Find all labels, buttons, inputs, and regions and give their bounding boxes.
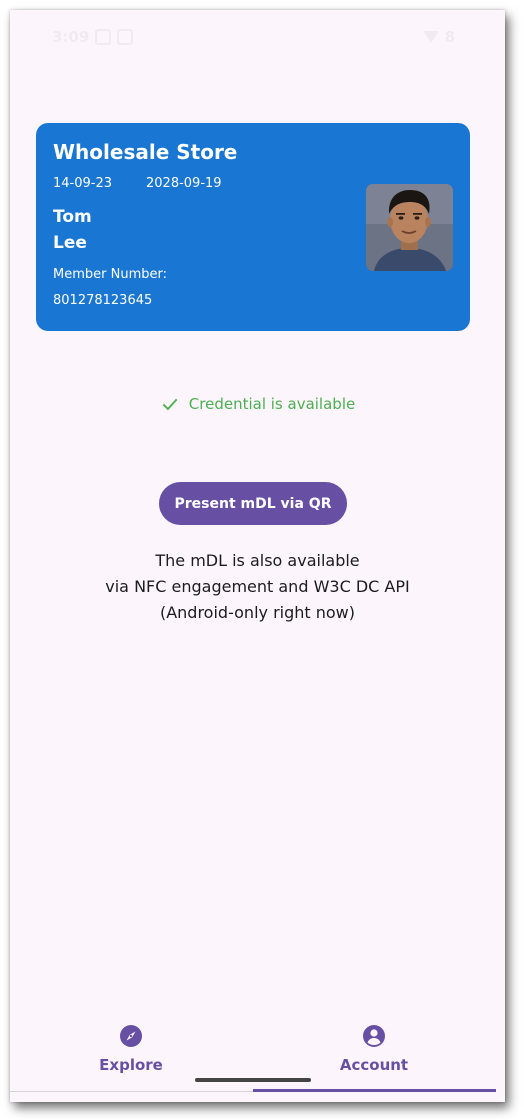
card-first-name: Tom xyxy=(53,207,92,227)
status-left: 3:09 xyxy=(52,28,134,46)
nav-selected-indicator xyxy=(253,1089,496,1092)
info-line-2: via NFC engagement and W3C DC API xyxy=(105,577,410,596)
notification-icon xyxy=(95,29,112,45)
card-issue-date: 14-09-23 xyxy=(53,176,113,191)
account-circle-icon xyxy=(363,1025,385,1047)
card-expiry-date: 2028-09-19 xyxy=(146,176,222,191)
nav-explore-label: Explore xyxy=(99,1056,163,1074)
nav-account-label: Account xyxy=(339,1056,409,1074)
battery-level: 8 xyxy=(444,28,455,46)
phone-screen: 3:09 8 Wholesale Store 14-09-23 2028-09-… xyxy=(10,10,505,1102)
present-mdl-qr-button[interactable]: Present mDL via QR xyxy=(159,482,347,525)
check-icon xyxy=(162,398,178,411)
info-line-1: The mDL is also available xyxy=(155,551,360,570)
card-last-name: Lee xyxy=(53,233,87,253)
status-time: 3:09 xyxy=(52,28,90,46)
nav-divider xyxy=(10,1091,253,1092)
card-title: Wholesale Store xyxy=(53,140,238,164)
card-member-number: 801278123645 xyxy=(53,293,153,308)
availability-info: The mDL is also available via NFC engage… xyxy=(10,548,505,626)
card-member-label: Member Number: xyxy=(53,267,167,282)
credential-status-text: Credential is available xyxy=(188,395,356,413)
home-gesture-handle[interactable] xyxy=(195,1078,311,1082)
status-bar: 3:09 8 xyxy=(10,10,505,64)
compass-icon xyxy=(120,1025,142,1047)
nav-account[interactable]: Account xyxy=(294,1024,454,1074)
bottom-navigation: Explore Account xyxy=(10,1010,505,1102)
wifi-icon xyxy=(422,31,439,43)
portrait-image xyxy=(366,184,453,271)
credential-status: Credential is available xyxy=(10,394,505,414)
nav-explore[interactable]: Explore xyxy=(51,1024,211,1074)
info-line-3: (Android-only right now) xyxy=(159,603,356,622)
member-photo xyxy=(366,184,453,271)
sim-icon xyxy=(117,29,134,45)
status-right: 8 xyxy=(422,28,455,46)
membership-card[interactable]: Wholesale Store 14-09-23 2028-09-19 Tom … xyxy=(36,123,470,331)
